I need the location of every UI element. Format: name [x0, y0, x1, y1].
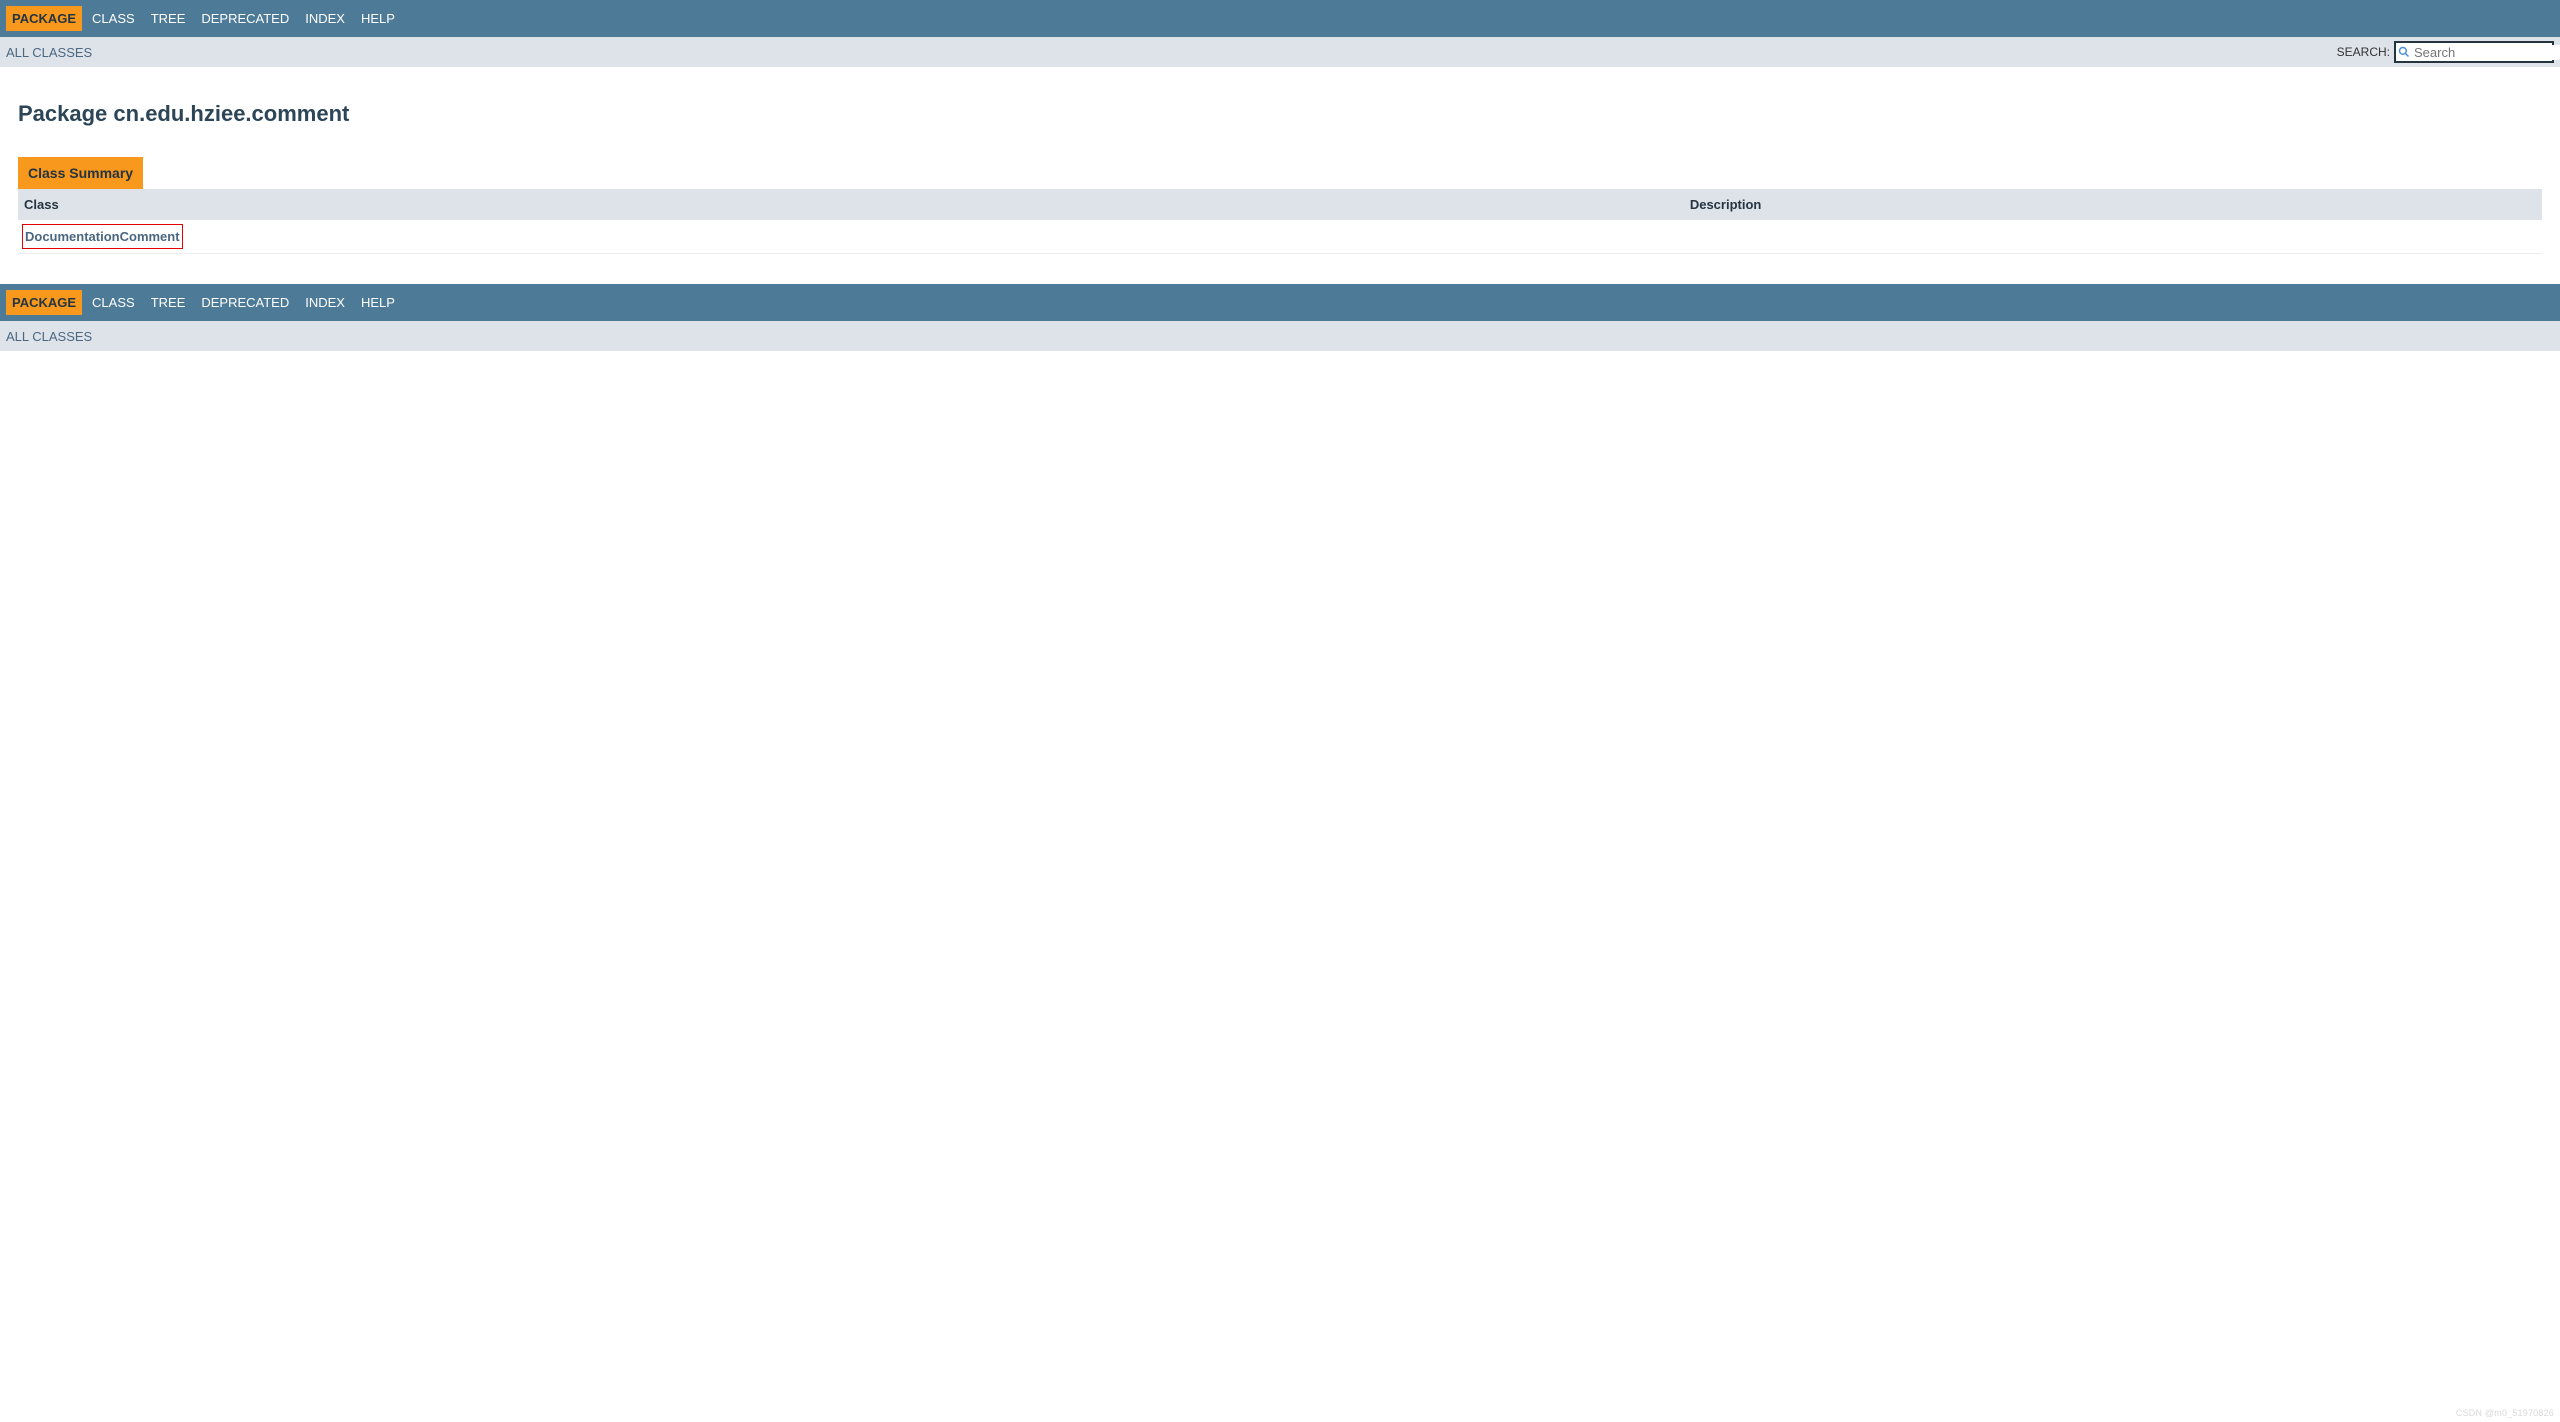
- search-box: [2394, 41, 2554, 63]
- table-row: DocumentationComment: [18, 220, 2542, 254]
- nav-item-help[interactable]: HELP: [355, 6, 401, 31]
- class-link-documentationcomment[interactable]: DocumentationComment: [25, 229, 180, 244]
- cell-description: [1684, 220, 2542, 254]
- sub-nav-bottom: ALL CLASSES: [0, 321, 2560, 351]
- nav-link-deprecated[interactable]: DEPRECATED: [201, 11, 289, 26]
- nav-item-class-bottom[interactable]: CLASS: [86, 290, 141, 315]
- content-area: Package cn.edu.hziee.comment Class Summa…: [0, 67, 2560, 284]
- class-summary-table: Class Description DocumentationComment: [18, 189, 2542, 254]
- nav-link-help[interactable]: HELP: [361, 11, 395, 26]
- nav-link-class[interactable]: CLASS: [92, 11, 135, 26]
- nav-item-help-bottom[interactable]: HELP: [355, 290, 401, 315]
- nav-item-tree[interactable]: TREE: [145, 6, 192, 31]
- all-classes-link[interactable]: ALL CLASSES: [6, 45, 92, 60]
- nav-item-class[interactable]: CLASS: [86, 6, 141, 31]
- search-input[interactable]: [2410, 45, 2560, 60]
- search-container: SEARCH:: [2337, 41, 2554, 63]
- nav-item-deprecated[interactable]: DEPRECATED: [195, 6, 295, 31]
- nav-item-package-bottom[interactable]: PACKAGE: [6, 290, 82, 315]
- col-header-class: Class: [18, 189, 1684, 220]
- top-nav-bar: PACKAGE CLASS TREE DEPRECATED INDEX HELP: [0, 0, 2560, 37]
- nav-item-index[interactable]: INDEX: [299, 6, 351, 31]
- all-classes-link-bottom[interactable]: ALL CLASSES: [6, 329, 92, 344]
- page-title: Package cn.edu.hziee.comment: [18, 101, 2542, 127]
- nav-item-package[interactable]: PACKAGE: [6, 6, 82, 31]
- search-icon: [2398, 45, 2410, 59]
- nav-link-package-bottom[interactable]: PACKAGE: [12, 295, 76, 310]
- sub-nav-left: ALL CLASSES: [6, 45, 92, 60]
- nav-link-help-bottom[interactable]: HELP: [361, 295, 395, 310]
- nav-link-package[interactable]: PACKAGE: [12, 11, 76, 26]
- class-summary-caption: Class Summary: [18, 157, 143, 189]
- nav-link-index-bottom[interactable]: INDEX: [305, 295, 345, 310]
- nav-list-top: PACKAGE CLASS TREE DEPRECATED INDEX HELP: [0, 6, 403, 31]
- nav-link-tree-bottom[interactable]: TREE: [151, 295, 186, 310]
- sub-nav-bottom-left: ALL CLASSES: [6, 329, 92, 344]
- nav-item-tree-bottom[interactable]: TREE: [145, 290, 192, 315]
- table-header-row: Class Description: [18, 189, 2542, 220]
- nav-item-deprecated-bottom[interactable]: DEPRECATED: [195, 290, 295, 315]
- nav-link-class-bottom[interactable]: CLASS: [92, 295, 135, 310]
- highlight-annotation: DocumentationComment: [22, 224, 183, 249]
- sub-nav-top: ALL CLASSES SEARCH:: [0, 37, 2560, 67]
- nav-item-index-bottom[interactable]: INDEX: [299, 290, 351, 315]
- watermark-text: CSDN @m0_51970826: [2456, 1408, 2554, 1418]
- col-header-description: Description: [1684, 189, 2542, 220]
- cell-class: DocumentationComment: [18, 220, 1684, 254]
- nav-list-bottom: PACKAGE CLASS TREE DEPRECATED INDEX HELP: [0, 290, 403, 315]
- bottom-nav-bar: PACKAGE CLASS TREE DEPRECATED INDEX HELP: [0, 284, 2560, 321]
- nav-link-index[interactable]: INDEX: [305, 11, 345, 26]
- nav-link-deprecated-bottom[interactable]: DEPRECATED: [201, 295, 289, 310]
- search-label: SEARCH:: [2337, 45, 2390, 59]
- nav-link-tree[interactable]: TREE: [151, 11, 186, 26]
- class-summary-block: Class Summary Class Description Document…: [18, 157, 2542, 254]
